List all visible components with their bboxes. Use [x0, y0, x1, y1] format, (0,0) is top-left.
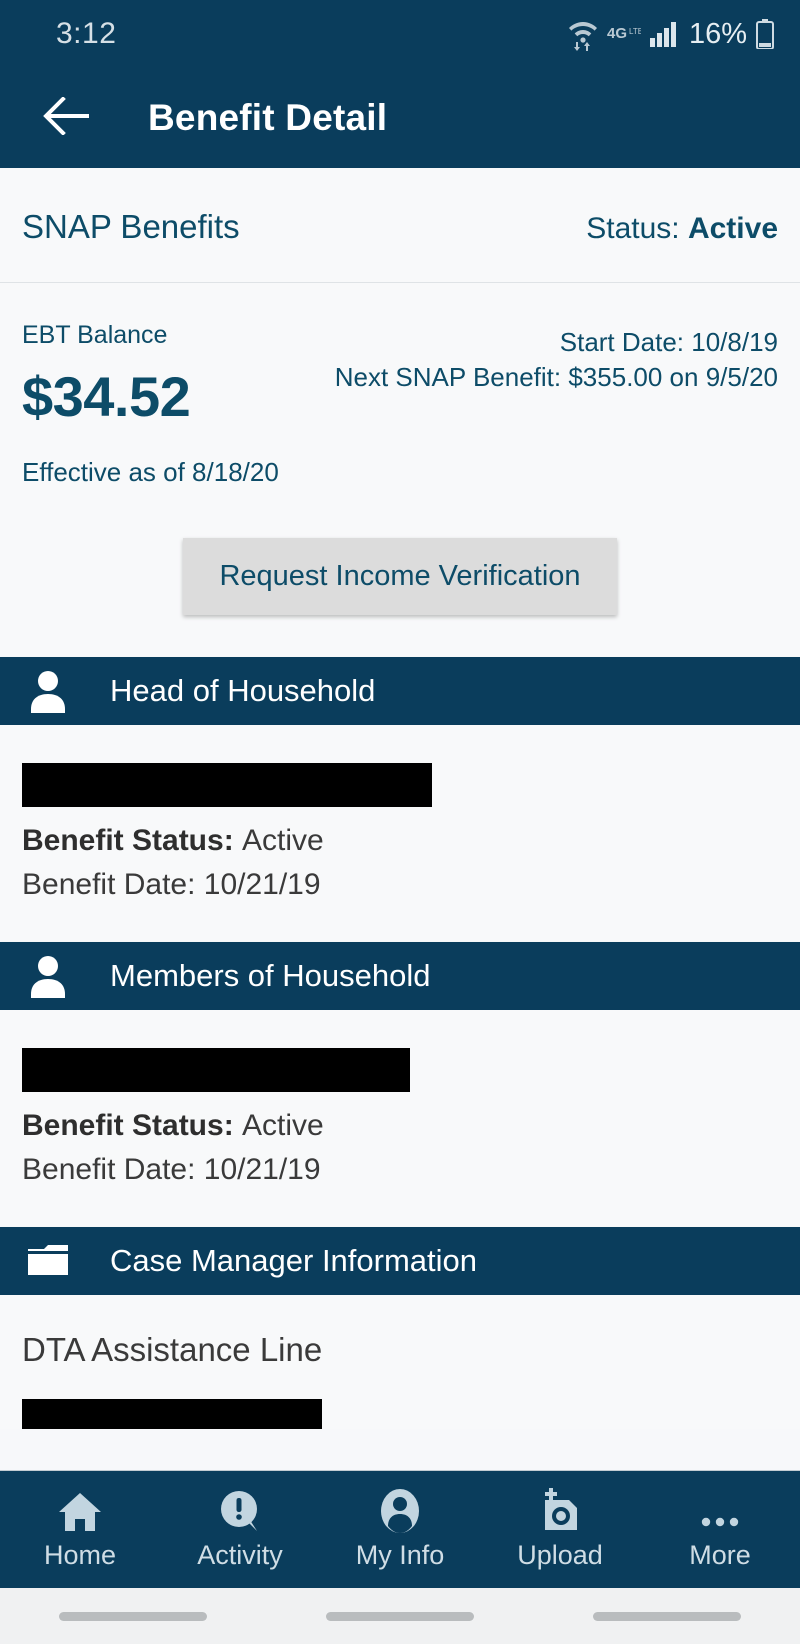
nav-item-more[interactable]: More	[640, 1488, 800, 1571]
benefit-dates-block: Start Date: 10/8/19 Next SNAP Benefit: $…	[335, 321, 778, 395]
section-title-head-of-household: Head of Household	[110, 673, 376, 708]
effective-date-text: Effective as of 8/18/20	[22, 457, 279, 487]
nav-item-home[interactable]: Home	[0, 1488, 160, 1571]
redacted-phone-bar	[22, 1399, 322, 1429]
section-header-members-of-household: Members of Household	[0, 942, 800, 1010]
back-arrow-icon	[43, 95, 93, 140]
system-gesture-bar	[0, 1588, 800, 1644]
members-of-household-body: Benefit Status: Active Benefit Date: 10/…	[0, 1010, 800, 1227]
person-icon	[22, 954, 74, 998]
wifi-data-icon	[568, 17, 598, 51]
start-date-text: Start Date: 10/8/19	[559, 327, 778, 357]
status-badge: Status: Active	[586, 212, 778, 246]
section-title-case-manager: Case Manager Information	[110, 1243, 478, 1278]
ebt-balance-amount: $34.52	[22, 365, 191, 428]
status-time: 3:12	[56, 17, 117, 50]
request-income-verification-button[interactable]: Request Income Verification	[183, 538, 617, 615]
folder-icon	[22, 1243, 74, 1279]
ebt-balance-block: EBT Balance $34.52 Effective as of 8/18/…	[22, 321, 279, 488]
battery-icon	[756, 19, 774, 49]
4glte-icon: 4G LTE	[607, 22, 641, 46]
back-button[interactable]	[40, 90, 96, 146]
case-manager-body: DTA Assistance Line	[0, 1295, 800, 1429]
app-screen: 3:12 4G LTE 16% Benefit Detail SNAP Bene…	[0, 0, 800, 1644]
program-title: SNAP Benefits	[22, 208, 240, 245]
ellipsis-icon	[697, 1488, 743, 1534]
nav-label-upload: Upload	[517, 1540, 603, 1570]
section-header-case-manager: Case Manager Information	[0, 1227, 800, 1295]
hoh-benefit-status-label: Benefit Status:	[22, 824, 243, 857]
status-value: Active	[687, 212, 778, 245]
snap-header-row: SNAP Benefits Status: Active	[0, 168, 800, 283]
svg-text:LTE: LTE	[629, 27, 641, 36]
ebt-balance-label: EBT Balance	[22, 321, 168, 349]
status-bar: 3:12 4G LTE 16%	[0, 0, 800, 68]
signal-bars-icon	[649, 21, 680, 47]
head-of-household-body: Benefit Status: Active Benefit Date: 10/…	[0, 725, 800, 942]
hoh-benefit-date: Benefit Date: 10/21/19	[22, 867, 321, 901]
nav-item-my-info[interactable]: My Info	[320, 1488, 480, 1571]
moh-benefit-status-value: Active	[242, 1109, 324, 1142]
benefit-summary-card: SNAP Benefits Status: Active EBT Balance…	[0, 168, 800, 657]
section-header-head-of-household: Head of Household	[0, 657, 800, 725]
request-button-wrap: Request Income Verification	[0, 488, 800, 657]
gesture-pill-recents[interactable]	[592, 1611, 741, 1621]
moh-benefit-status: Benefit Status: Active	[22, 1104, 778, 1148]
status-label: Status:	[586, 212, 688, 245]
page-title: Benefit Detail	[148, 97, 388, 138]
battery-percent-label: 16%	[688, 17, 747, 50]
redacted-name-bar	[22, 763, 432, 807]
status-icons: 4G LTE 16%	[568, 17, 774, 51]
nav-item-activity[interactable]: Activity	[160, 1488, 320, 1571]
nav-label-home: Home	[43, 1540, 117, 1570]
next-benefit-text: Next SNAP Benefit: $355.00 on 9/5/20	[334, 362, 778, 393]
hoh-benefit-status: Benefit Status: Active	[22, 819, 778, 863]
gesture-pill-home[interactable]	[325, 1611, 474, 1621]
moh-benefit-status-label: Benefit Status:	[22, 1109, 243, 1142]
case-manager-name: DTA Assistance Line	[22, 1331, 323, 1368]
person-icon	[22, 669, 74, 713]
home-icon	[57, 1488, 103, 1534]
nav-item-upload[interactable]: Upload	[480, 1488, 640, 1571]
person-circle-icon	[378, 1488, 422, 1534]
benefit-detail-row: EBT Balance $34.52 Effective as of 8/18/…	[0, 283, 800, 488]
redacted-name-bar	[22, 1048, 410, 1092]
nav-label-my-info: My Info	[355, 1540, 445, 1570]
nav-label-more: More	[689, 1540, 751, 1570]
svg-text:4G: 4G	[607, 25, 627, 42]
hoh-benefit-status-value: Active	[242, 824, 324, 857]
camera-plus-icon	[537, 1488, 583, 1534]
gesture-pill-back[interactable]	[59, 1611, 208, 1621]
bottom-navigation-bar: Home Activity My Info Upload More	[0, 1470, 800, 1588]
section-title-members-of-household: Members of Household	[110, 958, 431, 993]
alert-bubble-icon	[217, 1488, 263, 1534]
nav-label-activity: Activity	[197, 1540, 283, 1570]
moh-benefit-date: Benefit Date: 10/21/19	[22, 1152, 321, 1186]
app-bar: Benefit Detail	[0, 68, 800, 168]
